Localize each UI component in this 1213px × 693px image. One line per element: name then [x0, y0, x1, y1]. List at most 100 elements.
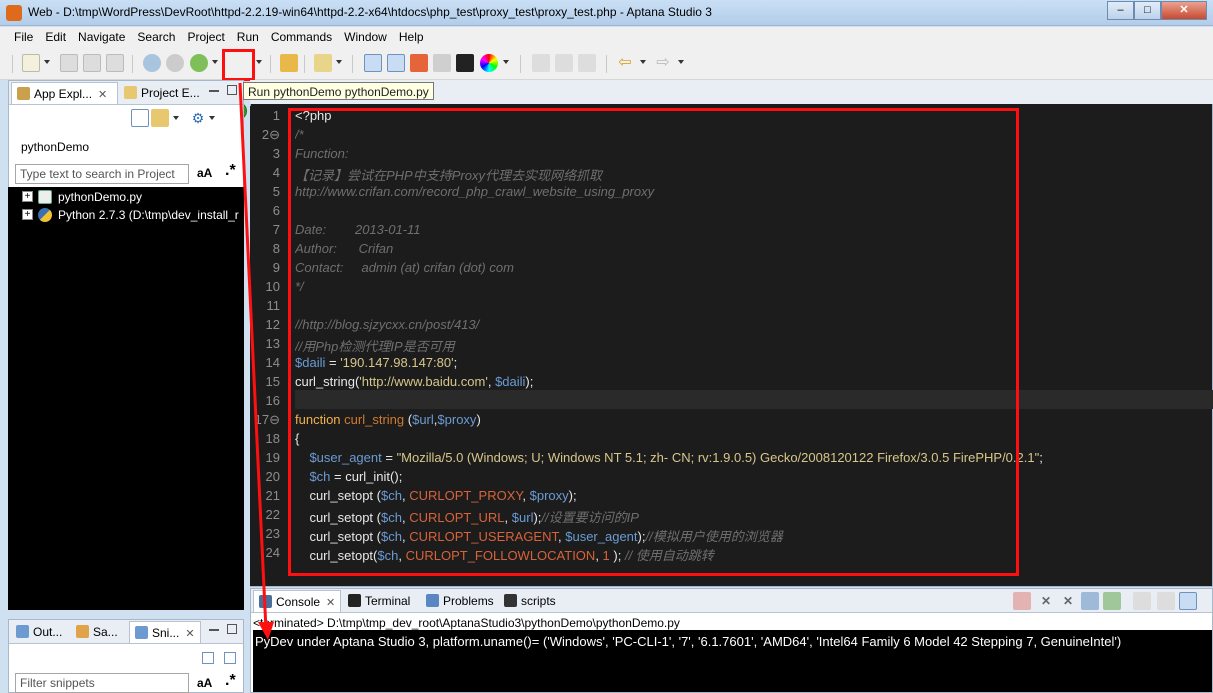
console-tabs: Console ✕ Terminal Problems scripts ✕ ✕	[251, 589, 1212, 613]
collapse-all-icon[interactable]	[131, 109, 149, 127]
close-icon[interactable]: ✕	[98, 89, 107, 101]
forward-dropdown-icon[interactable]	[678, 60, 684, 64]
pen-icon[interactable]	[532, 54, 550, 72]
remove-launch-icon[interactable]: ✕	[1037, 592, 1055, 610]
tab-outline-label: Out...	[33, 625, 63, 639]
save-all-icon[interactable]	[83, 54, 101, 72]
regex-toggle[interactable]: .*	[225, 162, 236, 180]
project-search-input[interactable]: Type text to search in Project	[15, 164, 189, 184]
menu-bar: File Edit Navigate Search Project Run Co…	[0, 27, 1213, 47]
terminal-icon[interactable]	[456, 54, 474, 72]
tab-terminal[interactable]: Terminal	[343, 590, 419, 612]
expand-icon[interactable]: +	[22, 209, 33, 220]
sync-icon[interactable]	[166, 54, 184, 72]
layout-icon[interactable]	[364, 54, 382, 72]
tab-project-explorer[interactable]: Project E...	[119, 82, 205, 104]
case-sensitive-toggle[interactable]: aA	[197, 676, 212, 690]
scroll-lock-icon[interactable]	[1103, 592, 1121, 610]
maximize-pane-icon[interactable]	[227, 85, 237, 95]
menu-run[interactable]: Run	[231, 27, 265, 47]
gear-dropdown-icon[interactable]	[209, 116, 215, 120]
terminate-icon[interactable]	[1013, 592, 1031, 610]
remove-all-icon[interactable]: ✕	[1059, 592, 1077, 610]
display-console-icon[interactable]	[1157, 592, 1175, 610]
project-selector[interactable]: pythonDemo	[15, 137, 95, 157]
color-dropdown-icon[interactable]	[503, 60, 509, 64]
menu-navigate[interactable]: Navigate	[72, 27, 131, 47]
clear-console-icon[interactable]	[1081, 592, 1099, 610]
close-icon[interactable]: ✕	[185, 628, 194, 640]
save-icon[interactable]	[60, 54, 78, 72]
line-number: 9	[272, 260, 280, 275]
menu-commands[interactable]: Commands	[265, 27, 338, 47]
back-arrow-icon[interactable]: ⇦	[616, 54, 634, 72]
tree-icon[interactable]	[387, 54, 405, 72]
tab-problems[interactable]: Problems	[421, 590, 497, 612]
pin-console-icon[interactable]	[1133, 592, 1151, 610]
tab-snippets-label: Sni...	[152, 626, 180, 640]
new-dropdown-icon[interactable]	[44, 60, 50, 64]
paragraph-icon[interactable]	[578, 54, 596, 72]
tab-app-explorer[interactable]: App Expl... ✕	[11, 82, 118, 104]
menu-edit[interactable]: Edit	[39, 27, 72, 47]
project-icon[interactable]	[151, 109, 169, 127]
debug-bug-icon[interactable]	[190, 54, 208, 72]
run-button-highlight	[222, 49, 255, 81]
tab-app-explorer-label: App Expl...	[34, 87, 93, 101]
run-tooltip: Run pythonDemo pythonDemo.py	[243, 82, 434, 100]
open-folder-icon[interactable]	[280, 54, 298, 72]
open-console-icon[interactable]	[1179, 592, 1197, 610]
tab-outline[interactable]: Out...	[11, 621, 69, 643]
toolbar-separator	[606, 55, 607, 73]
menu-project[interactable]: Project	[181, 27, 230, 47]
left-pane-toolbar: ⚙	[9, 105, 243, 131]
close-icon[interactable]: ✕	[326, 597, 335, 609]
print-icon[interactable]	[106, 54, 124, 72]
run-dropdown-icon[interactable]	[256, 60, 262, 64]
back-dropdown-icon[interactable]	[640, 60, 646, 64]
forward-arrow-icon[interactable]: ⇨	[654, 54, 672, 72]
tab-snippets[interactable]: Sni... ✕	[129, 621, 201, 643]
project-dropdown-icon[interactable]	[173, 116, 179, 120]
main-toolbar: ⇦ ⇨	[0, 47, 1213, 120]
line-number: 13	[265, 336, 280, 351]
minimize-button[interactable]: –	[1107, 1, 1134, 20]
publish-icon[interactable]	[143, 54, 161, 72]
filter-snippets-input[interactable]: Filter snippets	[15, 673, 189, 693]
expand-icon[interactable]: +	[22, 191, 33, 202]
home-icon[interactable]	[410, 54, 428, 72]
project-search-row: Type text to search in Project aA .*	[15, 162, 237, 184]
gear-icon[interactable]: ⚙	[189, 109, 207, 127]
maximize-button[interactable]: □	[1134, 1, 1161, 20]
minimize-pane-icon[interactable]	[209, 629, 219, 631]
title-bar: Web - D:\tmp\WordPress\DevRoot\httpd-2.2…	[0, 0, 1213, 26]
menu-help[interactable]: Help	[393, 27, 430, 47]
wand-icon[interactable]	[314, 54, 332, 72]
collapse-icon[interactable]	[202, 652, 214, 664]
tab-console[interactable]: Console ✕	[253, 590, 341, 612]
line-number: 18	[265, 431, 280, 446]
menu-file[interactable]: File	[8, 27, 39, 47]
debug-dropdown-icon[interactable]	[212, 60, 218, 64]
image-icon[interactable]	[433, 54, 451, 72]
tab-scripts[interactable]: scripts	[499, 590, 565, 612]
expand-all-icon[interactable]	[224, 652, 236, 664]
close-button[interactable]: ✕	[1161, 1, 1207, 20]
menu-window[interactable]: Window	[338, 27, 393, 47]
line-number: 21	[265, 488, 280, 503]
wand-dropdown-icon[interactable]	[336, 60, 342, 64]
tab-project-explorer-label: Project E...	[141, 86, 200, 100]
menu-search[interactable]: Search	[131, 27, 181, 47]
project-tree: + pythonDemo.py + Python 2.7.3 (D:\tmp\d…	[8, 187, 244, 610]
case-sensitive-toggle[interactable]: aA	[197, 166, 212, 180]
line-number: 10	[265, 279, 280, 294]
color-wheel-icon[interactable]	[480, 54, 498, 72]
new-icon[interactable]	[22, 54, 40, 72]
maximize-pane-icon[interactable]	[227, 624, 237, 634]
minimize-pane-icon[interactable]	[209, 90, 219, 92]
regex-toggle[interactable]: .*	[225, 672, 236, 690]
tab-samples[interactable]: Sa...	[71, 621, 127, 643]
snippets-icon	[135, 626, 148, 639]
tab-problems-label: Problems	[443, 594, 494, 608]
block-icon[interactable]	[555, 54, 573, 72]
